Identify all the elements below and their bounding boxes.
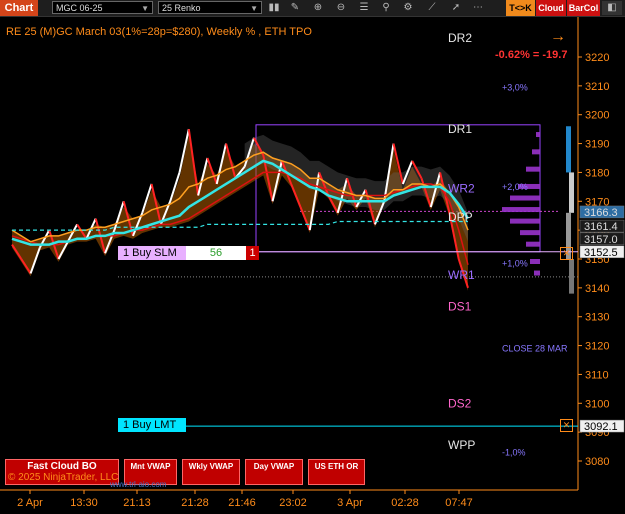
pct-label: +3,0%	[502, 82, 528, 92]
copyright-text: © 2025 NinjaTrader, LLC	[8, 472, 119, 483]
volume-profile-bar	[530, 259, 540, 264]
y-tick-label: 3140	[585, 283, 609, 295]
price-label-text: 3166.3	[584, 207, 618, 219]
level-label-wpp: WPP	[448, 438, 475, 452]
buy-slm-order-count[interactable]: 1	[246, 246, 259, 260]
level-label-dr1: DR1	[448, 122, 472, 136]
pct-label: +2,0%	[502, 182, 528, 192]
y-tick-label: 3200	[585, 110, 609, 122]
y-tick-label: 3100	[585, 398, 609, 410]
buy-lmt-order-label[interactable]: 1 Buy LMT	[118, 418, 186, 432]
y-tick-label: 3110	[585, 369, 609, 381]
wkly-vwap-button[interactable]: Wkly VWAP	[182, 459, 240, 485]
ticker-bar	[566, 126, 571, 173]
volume-profile-bar	[502, 207, 540, 213]
arrow-right-icon: →	[550, 28, 566, 45]
volume-profile-bar	[510, 195, 540, 201]
level-label-ds2: DS2	[448, 396, 472, 410]
watermark-text: www.trl-aio.com	[110, 480, 167, 489]
price-label-text: 3092.1	[584, 421, 618, 433]
y-tick-label: 3120	[585, 341, 609, 353]
price-label-text: 3157.0	[584, 234, 618, 246]
x-tick-label: 23:02	[279, 497, 307, 509]
us-eth-or-label: US ETH OR	[314, 462, 359, 471]
volume-profile-bar	[536, 132, 540, 138]
pct-label: -1,0%	[502, 447, 526, 457]
level-label-dpp: DPP	[448, 210, 473, 224]
us-eth-or-button[interactable]: US ETH OR	[308, 459, 365, 485]
level-label-ds1: DS1	[448, 300, 472, 314]
volume-profile-bar	[526, 166, 540, 172]
ticker-bar	[569, 259, 574, 294]
chart-title: RE 25 (M)GC March 03(1%=28p=$280), Weekl…	[6, 26, 312, 38]
ticker-bar	[569, 172, 574, 213]
pct-label: +1,0%	[502, 258, 528, 268]
level-label-dr2: DR2	[448, 31, 472, 45]
close-label: CLOSE 28 MAR	[502, 343, 568, 353]
cancel-slm-order-icon[interactable]: ✕	[560, 247, 573, 260]
price-label-text: 3152.5	[584, 247, 618, 259]
price-label-text: 3161.4	[584, 221, 618, 233]
mnt-vwap-label: Mnt VWAP	[130, 462, 171, 471]
buy-slm-order-qty[interactable]: 56	[186, 246, 246, 260]
y-tick-label: 3220	[585, 52, 609, 64]
volume-profile-bar	[510, 218, 540, 224]
x-tick-label: 3 Apr	[337, 497, 363, 509]
volume-profile-bar	[534, 270, 540, 276]
x-tick-label: 02:28	[391, 497, 419, 509]
grey-cloud-band	[244, 134, 468, 242]
day-vwap-label: Day VWAP	[253, 462, 295, 471]
cloud-band	[12, 134, 468, 291]
y-tick-label: 3190	[585, 139, 609, 151]
x-tick-label: 07:47	[445, 497, 473, 509]
change-readout: -0.62% = -19.7	[495, 49, 568, 61]
day-vwap-button[interactable]: Day VWAP	[245, 459, 303, 485]
volume-profile-bar	[520, 230, 540, 236]
fast-cloud-bo-label: Fast Cloud BO	[27, 461, 97, 472]
x-tick-label: 21:28	[181, 497, 209, 509]
y-tick-label: 3210	[585, 81, 609, 93]
cancel-lmt-order-icon[interactable]: ✕	[560, 419, 573, 432]
y-tick-label: 3180	[585, 167, 609, 179]
y-tick-label: 3080	[585, 456, 609, 468]
volume-profile-bar	[526, 241, 540, 247]
x-tick-label: 21:46	[228, 497, 256, 509]
buy-slm-order-label[interactable]: 1 Buy SLM	[118, 246, 186, 260]
y-tick-label: 3130	[585, 312, 609, 324]
x-tick-label: 21:13	[123, 497, 151, 509]
level-label-wr1: WR1	[448, 268, 475, 282]
volume-profile-bar	[532, 149, 540, 155]
price-chart: 3080309031003110312031303140315031603170…	[0, 17, 625, 509]
wkly-vwap-label: Wkly VWAP	[188, 462, 234, 471]
x-tick-label: 13:30	[70, 497, 98, 509]
level-label-wr2: WR2	[448, 181, 475, 195]
x-tick-label: 2 Apr	[17, 497, 43, 509]
